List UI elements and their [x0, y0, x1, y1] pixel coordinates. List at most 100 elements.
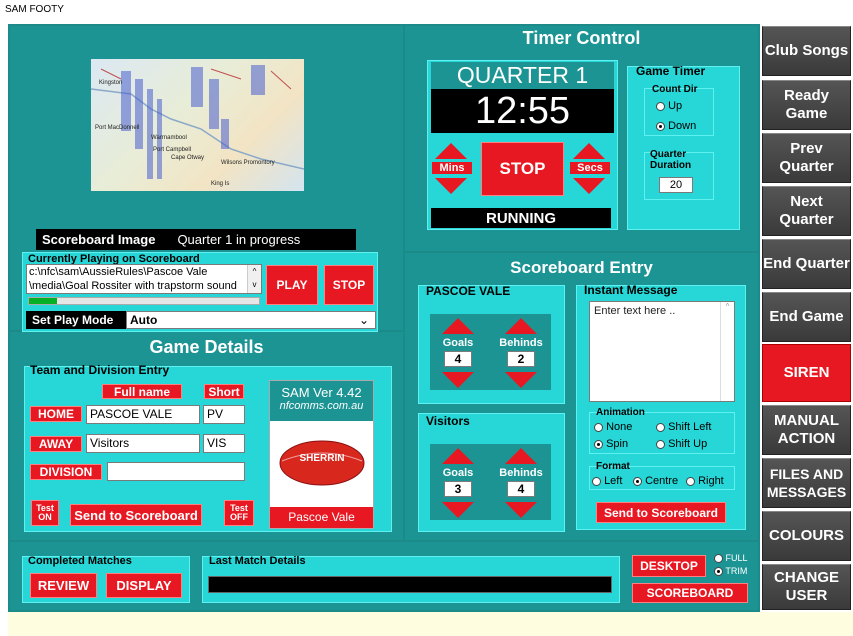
map-label: Warrnambool	[151, 135, 187, 141]
home-behinds-up-button[interactable]	[505, 318, 537, 334]
game-timer-legend: Game Timer	[636, 64, 706, 78]
radio-icon	[656, 422, 665, 432]
secs-down-button[interactable]	[569, 177, 609, 195]
chevron-up-icon[interactable]: ^	[726, 302, 730, 311]
prev-quarter-button[interactable]: Prev Quarter	[762, 133, 851, 183]
away-goals-label: Goals	[442, 467, 474, 479]
anim-spin-label: Spin	[606, 438, 629, 450]
football-icon: SHERRIN	[279, 440, 365, 486]
arrow-up-icon	[505, 318, 537, 334]
format-left-radio[interactable]: Left	[592, 475, 622, 487]
short-name-header: Short	[204, 384, 244, 399]
review-button[interactable]: REVIEW	[30, 573, 97, 598]
map-label: Kingston	[99, 80, 122, 86]
siren-button[interactable]: SIREN	[762, 344, 851, 402]
arrow-down-icon	[442, 372, 474, 388]
club-songs-button[interactable]: Club Songs	[762, 26, 851, 76]
play-button[interactable]: PLAY	[266, 265, 318, 305]
instant-message-input[interactable]: Enter text here ..	[589, 301, 735, 402]
radio-icon	[656, 439, 665, 449]
division-input[interactable]	[107, 462, 245, 481]
test-on-button[interactable]: Test ON	[31, 500, 59, 526]
home-short-input[interactable]: PV	[203, 405, 245, 424]
away-goals-up-button[interactable]	[442, 448, 474, 464]
radio-selected-icon	[633, 476, 642, 486]
instant-message-legend: Instant Message	[584, 283, 678, 297]
chevron-up-icon[interactable]: ^	[253, 267, 257, 276]
ready-game-button[interactable]: Ready Game	[762, 80, 851, 130]
format-centre-label: Centre	[645, 475, 679, 487]
trim-radio[interactable]: TRIM	[714, 566, 748, 577]
test-off-button[interactable]: Test OFF	[224, 500, 254, 526]
chevron-down-icon[interactable]: v	[253, 280, 257, 289]
mins-up-button[interactable]	[431, 140, 471, 162]
play-mode-select[interactable]: Auto ⌄	[126, 311, 376, 329]
end-quarter-button[interactable]: End Quarter	[762, 239, 851, 289]
duration-input[interactable]: 20	[659, 177, 693, 193]
away-behinds-label: Behinds	[499, 467, 543, 479]
division-label: DIVISION	[30, 464, 102, 480]
away-full-input[interactable]: Visitors	[86, 434, 200, 453]
mins-down-button[interactable]	[431, 177, 471, 195]
now-playing-path[interactable]: c:\nfc\sam\AussieRules\Pascoe Vale \medi…	[26, 264, 262, 294]
home-goals-up-button[interactable]	[442, 318, 474, 334]
arrow-down-icon	[505, 372, 537, 388]
format-right-label: Right	[698, 475, 724, 487]
path-scrollbar[interactable]: ^ v	[247, 265, 261, 293]
colours-button[interactable]: COLOURS	[762, 511, 851, 561]
timer-stop-button[interactable]: STOP	[481, 142, 564, 196]
away-short-input[interactable]: VIS	[203, 434, 245, 453]
radio-icon	[656, 101, 665, 111]
next-quarter-button[interactable]: Next Quarter	[762, 186, 851, 236]
game-details-send-button[interactable]: Send to Scoreboard	[70, 504, 202, 526]
home-goals-value: 4	[444, 351, 472, 367]
anim-shift-left-radio[interactable]: Shift Left	[656, 421, 711, 433]
count-down-label: Down	[668, 120, 697, 132]
home-full-input[interactable]: PASCOE VALE	[86, 405, 200, 424]
anim-spin-radio[interactable]: Spin	[594, 438, 628, 450]
desktop-button[interactable]: DESKTOP	[632, 555, 706, 577]
radar-map-image: Kingston Port MacDonnell Warrnambool Por…	[90, 65, 305, 187]
away-goals-down-button[interactable]	[442, 502, 474, 518]
away-behinds-up-button[interactable]	[505, 448, 537, 464]
last-match-details	[208, 576, 612, 593]
map-label: Cape Otway	[171, 155, 204, 161]
manual-action-button[interactable]: MANUAL ACTION	[762, 405, 851, 455]
duration-legend: Quarter Duration	[650, 149, 692, 171]
message-scrollbar[interactable]: ^	[720, 302, 734, 401]
home-score-team: PASCOE VALE	[426, 284, 511, 298]
secs-up-button[interactable]	[569, 140, 609, 162]
stop-playback-button[interactable]: STOP	[324, 265, 374, 305]
map-label: Wilsons Promontory	[221, 160, 275, 166]
map-label: King Is	[211, 181, 229, 187]
change-user-button[interactable]: CHANGE USER	[762, 564, 851, 610]
format-left-label: Left	[604, 475, 623, 487]
format-right-radio[interactable]: Right	[686, 475, 724, 487]
arrow-up-icon	[573, 143, 605, 159]
full-radio[interactable]: FULL	[714, 553, 748, 564]
arrow-down-icon	[435, 178, 467, 194]
files-messages-button[interactable]: FILES AND MESSAGES	[762, 458, 851, 508]
trim-label: TRIM	[725, 566, 748, 576]
format-centre-radio[interactable]: Centre	[633, 475, 678, 487]
end-game-button[interactable]: End Game	[762, 292, 851, 342]
home-behinds-down-button[interactable]	[505, 372, 537, 388]
anim-shift-up-radio[interactable]: Shift Up	[656, 438, 707, 450]
anim-none-radio[interactable]: None	[594, 421, 632, 433]
display-button[interactable]: DISPLAY	[106, 573, 182, 598]
count-down-radio[interactable]: Down	[656, 120, 696, 132]
count-up-radio[interactable]: Up	[656, 100, 682, 112]
website-label: nfcomms.com.au	[279, 400, 364, 412]
away-behinds-down-button[interactable]	[505, 502, 537, 518]
football-image: SHERRIN	[276, 431, 368, 489]
scoreboard-button[interactable]: SCOREBOARD	[632, 583, 748, 603]
clock-display: 12:55	[431, 89, 614, 133]
scoreboard-image-label: Scoreboard Image	[42, 232, 156, 247]
arrow-down-icon	[442, 502, 474, 518]
radio-icon	[594, 422, 603, 432]
home-goals-down-button[interactable]	[442, 372, 474, 388]
full-name-header: Full name	[102, 384, 182, 399]
play-mode-label: Set Play Mode	[26, 311, 126, 329]
message-send-button[interactable]: Send to Scoreboard	[596, 502, 726, 523]
secs-label: Secs	[570, 162, 610, 174]
